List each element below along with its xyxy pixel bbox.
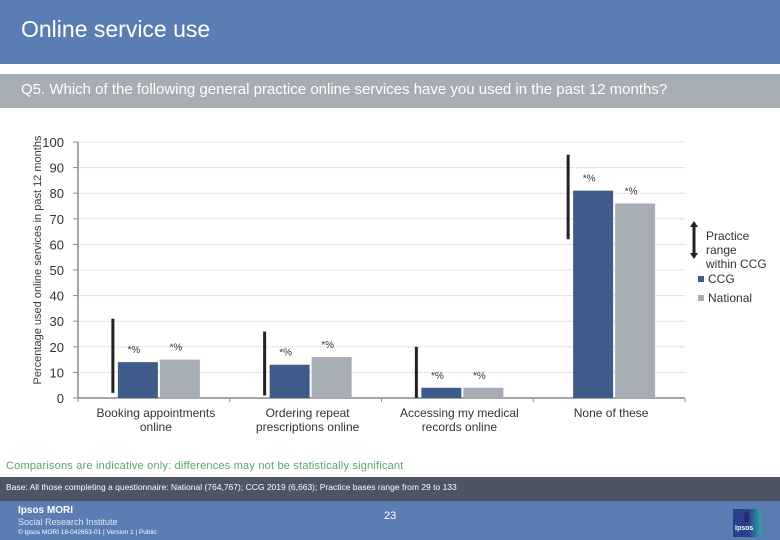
x-category-label: Booking appointments bbox=[97, 406, 216, 420]
y-tick-label: 60 bbox=[50, 237, 64, 252]
bar-national bbox=[463, 387, 504, 398]
x-category-label: prescriptions online bbox=[256, 420, 360, 434]
legend-range-arrow-up-icon bbox=[690, 221, 698, 227]
legend-label-ccg: CCG bbox=[708, 272, 735, 286]
brand-name: Ipsos MORI bbox=[18, 505, 74, 516]
bar-ccg bbox=[421, 387, 462, 398]
logo-mark-icon bbox=[744, 512, 749, 522]
y-tick-label: 90 bbox=[50, 161, 64, 176]
x-category-label: online bbox=[140, 420, 172, 434]
x-category-label: Accessing my medical bbox=[400, 406, 519, 420]
footer: Ipsos MORI Social Research Institute © I… bbox=[0, 501, 780, 540]
data-label: *% bbox=[583, 174, 596, 185]
legend-item-national: National bbox=[698, 291, 752, 305]
data-label: *% bbox=[625, 186, 638, 197]
legend-swatch-ccg bbox=[698, 276, 704, 282]
data-label: *% bbox=[127, 345, 140, 356]
bar-ccg bbox=[573, 190, 614, 398]
y-tick-label: 20 bbox=[50, 340, 64, 355]
y-tick-label: 30 bbox=[50, 314, 64, 329]
y-tick-label: 50 bbox=[50, 263, 64, 278]
legend-label-national: National bbox=[708, 291, 753, 305]
bar-national bbox=[159, 359, 200, 398]
legal-text: © Ipsos MORI 18-042653-01 | Version 1 | … bbox=[18, 529, 157, 536]
y-tick-label: 10 bbox=[50, 365, 64, 380]
page-number: 23 bbox=[384, 510, 397, 522]
data-label: *% bbox=[473, 371, 486, 382]
bar-ccg bbox=[117, 362, 158, 398]
legend-range-line2: within CCG bbox=[706, 257, 767, 271]
y-tick-label: 40 bbox=[50, 289, 64, 304]
y-tick-label: 70 bbox=[50, 212, 64, 227]
bar-national bbox=[311, 357, 352, 398]
data-label: *% bbox=[321, 340, 334, 351]
y-tick-label: 0 bbox=[57, 391, 64, 406]
ipsos-logo: Ipsos bbox=[733, 509, 761, 537]
comparison-note: Comparisons are indicative only: differe… bbox=[6, 460, 404, 472]
y-tick-label: 100 bbox=[42, 135, 64, 150]
data-label: *% bbox=[279, 348, 292, 359]
logo-text: Ipsos bbox=[735, 525, 754, 532]
legend-practice-range-label: Practice range within CCG bbox=[706, 229, 776, 271]
data-label: *% bbox=[431, 371, 444, 382]
base-text: Base: All those completing a questionnai… bbox=[6, 482, 457, 492]
base-bar: Base: All those completing a questionnai… bbox=[0, 477, 780, 501]
bar-national bbox=[615, 203, 656, 398]
brand-subtitle: Social Research Institute bbox=[18, 517, 118, 527]
x-category-label: records online bbox=[422, 420, 498, 434]
legend-swatch-national bbox=[698, 295, 704, 301]
data-label: *% bbox=[169, 343, 182, 354]
x-category-label: Ordering repeat bbox=[266, 406, 351, 420]
bar-ccg bbox=[269, 364, 310, 398]
y-tick-label: 80 bbox=[50, 186, 64, 201]
bar-chart: 0 10 20 30 40 50 60 70 80 90 100 *% *% Booking appoin… bbox=[42, 135, 698, 434]
legend-range-arrow-down-icon bbox=[690, 253, 698, 259]
legend-item-ccg: CCG bbox=[698, 272, 735, 286]
legend-range-line1: Practice range bbox=[706, 229, 750, 257]
x-category-label: None of these bbox=[574, 406, 649, 420]
